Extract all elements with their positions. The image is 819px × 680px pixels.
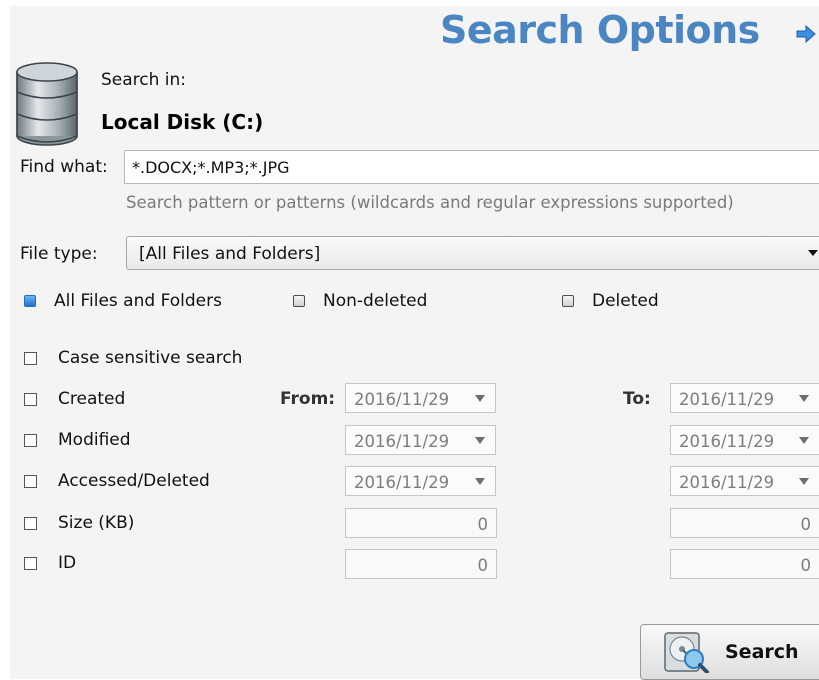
search-options-panel: Search Options Search in: Local Disk (C:… [0, 0, 819, 680]
arrow-right-icon[interactable] [795, 24, 817, 44]
date-value: 2016/11/29 [354, 432, 450, 451]
filter-row-id[interactable]: ID [24, 551, 76, 575]
dropdown-arrow-icon [475, 437, 485, 444]
top-border [0, 0, 819, 6]
file-type-select[interactable]: [All Files and Folders] [126, 236, 819, 270]
filter-label: Modified [58, 430, 131, 450]
modified-from-date[interactable]: 2016/11/29 [345, 425, 496, 455]
accessed-deleted-checkbox[interactable] [24, 474, 37, 488]
dropdown-arrow-icon [799, 478, 809, 485]
search-in-label: Search in: [101, 70, 187, 90]
scope-option-label: All Files and Folders [54, 291, 222, 311]
find-what-input[interactable]: *.DOCX;*.MP3;*.JPG [124, 150, 819, 184]
filter-label: ID [58, 553, 77, 573]
scope-option-label: Deleted [592, 291, 659, 311]
size-checkbox[interactable] [24, 516, 37, 530]
date-value: 2016/11/29 [679, 473, 775, 492]
scope-option-label: Non-deleted [323, 291, 428, 311]
size-from-input[interactable]: 0 [345, 508, 497, 538]
date-value: 2016/11/29 [354, 473, 450, 492]
size-to-input[interactable]: 0 [670, 508, 819, 538]
to-label: To: [623, 389, 651, 409]
radio-indicator [562, 295, 574, 307]
database-icon [16, 62, 78, 146]
radio-indicator [293, 295, 305, 307]
scope-option-all[interactable]: All Files and Folders [24, 290, 222, 312]
date-value: 2016/11/29 [354, 390, 450, 409]
hard-disk-search-icon [664, 632, 709, 673]
id-to-input[interactable]: 0 [670, 549, 819, 579]
id-checkbox[interactable] [24, 556, 37, 570]
created-from-date[interactable]: 2016/11/29 [345, 383, 496, 413]
accessed-from-date[interactable]: 2016/11/29 [345, 466, 496, 496]
filter-row-created[interactable]: Created [24, 387, 125, 411]
scope-option-non-deleted[interactable]: Non-deleted [293, 290, 427, 312]
search-button[interactable]: Search [640, 624, 819, 680]
date-value: 2016/11/29 [679, 390, 775, 409]
filter-label: Created [58, 389, 126, 409]
filter-row-accessed-deleted[interactable]: Accessed/Deleted [24, 469, 210, 493]
filter-label: Accessed/Deleted [58, 471, 210, 491]
accessed-to-date[interactable]: 2016/11/29 [670, 466, 819, 496]
scope-option-deleted[interactable]: Deleted [562, 290, 659, 312]
left-border [0, 0, 10, 679]
created-to-date[interactable]: 2016/11/29 [670, 383, 819, 413]
filter-row-size[interactable]: Size (KB) [24, 511, 134, 535]
dropdown-arrow-icon [799, 395, 809, 402]
dropdown-arrow-icon [475, 395, 485, 402]
created-checkbox[interactable] [24, 392, 37, 406]
modified-checkbox[interactable] [24, 433, 37, 447]
id-from-input[interactable]: 0 [345, 549, 497, 579]
date-value: 2016/11/29 [679, 432, 775, 451]
case-sensitive-checkbox[interactable] [24, 351, 37, 365]
filter-row-modified[interactable]: Modified [24, 428, 131, 452]
radio-indicator [24, 295, 36, 307]
search-button-label: Search [725, 641, 799, 663]
case-sensitive-option[interactable]: Case sensitive search [24, 346, 242, 370]
drive-name: Local Disk (C:) [101, 110, 264, 134]
find-what-label: Find what: [20, 157, 108, 177]
dropdown-arrow-icon [799, 437, 809, 444]
dropdown-arrow-icon [475, 478, 485, 485]
filter-label: Size (KB) [58, 513, 135, 533]
dropdown-arrow-icon [808, 250, 818, 256]
file-type-label: File type: [20, 244, 98, 264]
file-type-value: [All Files and Folders] [139, 244, 321, 264]
from-label: From: [280, 389, 336, 409]
case-sensitive-label: Case sensitive search [58, 348, 243, 368]
find-what-hint: Search pattern or patterns (wildcards an… [126, 193, 734, 212]
modified-to-date[interactable]: 2016/11/29 [670, 425, 819, 455]
page-title: Search Options [440, 8, 760, 52]
